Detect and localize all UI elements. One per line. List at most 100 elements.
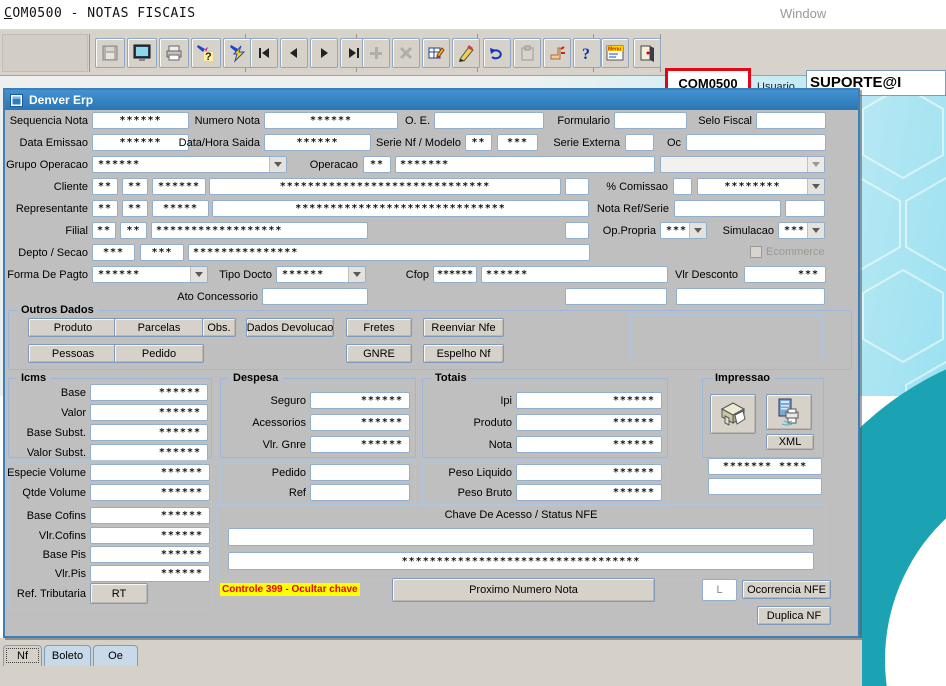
menu-item-window[interactable]: Window [780,6,826,21]
filial-code2-field[interactable]: ** [120,222,147,239]
vlr-desconto-field[interactable]: *** [744,266,826,283]
proximo-numero-nota-button[interactable]: Proximo Numero Nota [392,578,655,602]
despesa-pedido-field[interactable] [310,464,410,481]
representante-name-field[interactable]: ****************************** [212,200,589,217]
ato-concessorio-field[interactable] [262,288,368,305]
selo-fiscal-field[interactable] [756,112,826,129]
base-pis-field[interactable]: ****** [90,546,210,563]
rt-button[interactable]: RT [90,583,148,604]
impressao-status-field[interactable]: ******* **** [708,458,822,475]
unlabeled-field-2[interactable] [676,288,825,305]
espelho-nf-button[interactable]: Espelho Nf [423,344,504,363]
depto-code2-field[interactable]: *** [140,244,184,261]
menu-button[interactable]: Menu [601,38,629,68]
vlr-pis-field[interactable]: ****** [90,565,210,582]
especie-volume-field[interactable]: ****** [90,464,210,481]
depto-name-field[interactable]: *************** [188,244,590,261]
pedido-button[interactable]: Pedido [114,344,204,363]
print-xml-button[interactable] [766,394,812,430]
vlr-cofins-field[interactable]: ****** [90,527,210,544]
print-button[interactable] [159,38,189,68]
cliente-extra-field[interactable] [565,178,589,195]
op-propria-dropdown[interactable]: *** [660,222,707,239]
cliente-code1-field[interactable]: ** [92,178,118,195]
cliente-name-field[interactable]: ****************************** [209,178,561,195]
sequencia-nota-field[interactable]: ****** [92,112,189,129]
ipi-field[interactable]: ****** [516,392,662,409]
delete-record-button[interactable] [392,38,420,68]
totais-produto-field[interactable]: ****** [516,414,662,431]
undo-button[interactable] [483,38,511,68]
cliente-code2-field[interactable]: ** [122,178,148,195]
cliente-code3-field[interactable]: ****** [152,178,206,195]
unlabeled-field-1[interactable] [565,288,667,305]
oe-field[interactable] [434,112,544,129]
produto-button[interactable]: Produto [28,318,118,337]
comissao-code-field[interactable] [673,178,692,195]
commit-screen-button[interactable] [127,38,157,68]
simulacao-dropdown[interactable]: *** [778,222,825,239]
forma-pagto-dropdown[interactable]: ****** [92,266,208,283]
execute-query-button[interactable]: ? [191,38,221,68]
data-hora-saida-field[interactable]: ****** [264,134,371,151]
operacao-code-field[interactable]: ** [363,156,391,173]
modelo-field[interactable]: *** [497,134,538,151]
formulario-field[interactable] [614,112,687,129]
filial-code1-field[interactable]: ** [92,222,116,239]
obs-button[interactable]: Obs. [202,318,236,337]
previous-record-button[interactable] [280,38,308,68]
base-cofins-field[interactable]: ****** [90,507,210,524]
peso-liquido-field[interactable]: ****** [516,464,662,481]
icms-valor-field[interactable]: ****** [90,404,208,421]
first-record-button[interactable] [250,38,278,68]
xml-button[interactable]: XML [766,434,814,450]
next-record-button[interactable] [310,38,338,68]
seguro-field[interactable]: ****** [310,392,410,409]
tab-nf[interactable]: Nf [3,645,42,666]
save-button[interactable] [95,38,125,68]
filial-extra-field[interactable] [565,222,589,239]
serie-externa-field[interactable] [625,134,654,151]
representante-code3-field[interactable]: ***** [152,200,209,217]
icms-base-subst-field[interactable]: ****** [90,424,208,441]
impressao-extra-field[interactable] [708,478,822,495]
help-button[interactable]: ? [573,38,601,68]
status-nfe-field[interactable]: ********************************** [228,552,814,570]
oc-field[interactable] [686,134,826,151]
cfop-desc-field[interactable]: ****** [481,266,668,283]
duplica-nf-button[interactable]: Duplica NF [757,606,831,625]
vlr-gnre-field[interactable]: ****** [310,436,410,453]
pessoas-button[interactable]: Pessoas [28,344,118,363]
icms-base-field[interactable]: ****** [90,384,208,401]
serie-nf-field[interactable]: ** [465,134,492,151]
window-titlebar[interactable]: Denver Erp [5,90,858,110]
parcelas-button[interactable]: Parcelas [114,318,204,337]
operacao-extra-dropdown[interactable] [660,156,825,173]
acessorios-field[interactable]: ****** [310,414,410,431]
chave-acesso-field[interactable] [228,528,814,546]
depto-code1-field[interactable]: *** [92,244,135,261]
ocorrencia-nfe-button[interactable]: Ocorrencia NFE [742,580,831,599]
update-record-button[interactable] [543,38,571,68]
exit-button[interactable] [633,38,661,68]
query-edit-button[interactable] [452,38,480,68]
clipboard-button[interactable] [513,38,541,68]
comissao-dropdown[interactable]: ******** [697,178,825,195]
enter-query-button[interactable] [223,38,253,68]
representante-code1-field[interactable]: ** [92,200,118,217]
reenviar-nfe-button[interactable]: Reenviar Nfe [423,318,504,337]
tipo-docto-dropdown[interactable]: ****** [276,266,366,283]
icms-valor-subst-field[interactable]: ****** [90,444,208,461]
totais-nota-field[interactable]: ****** [516,436,662,453]
tab-boleto[interactable]: Boleto [44,645,91,666]
nota-ref-serie-field[interactable] [785,200,825,217]
despesa-ref-field[interactable] [310,484,410,501]
numero-nota-field[interactable]: ****** [264,112,398,129]
dados-devolucao-button[interactable]: Dados Devolucao [246,318,334,337]
operacao-desc-field[interactable]: ******* [395,156,655,173]
grupo-operacao-dropdown[interactable]: ****** [92,156,287,173]
ecommerce-checkbox[interactable] [750,246,762,258]
print-danfe-button[interactable] [710,394,756,434]
peso-bruto-field[interactable]: ****** [516,484,662,501]
insert-record-button[interactable] [362,38,390,68]
